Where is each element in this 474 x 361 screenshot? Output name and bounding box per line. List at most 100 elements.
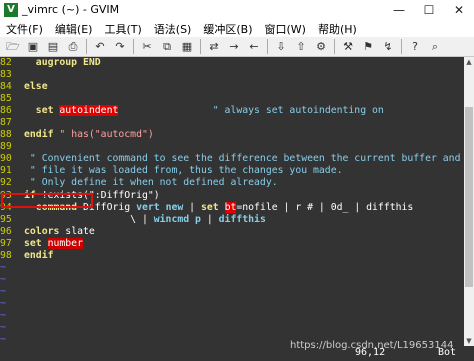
code-line[interactable]: 87 (0, 117, 464, 129)
code-token: bt (224, 201, 237, 213)
scroll-down-icon[interactable]: ▼ (464, 336, 474, 346)
code-line[interactable]: 97 set number (0, 237, 464, 250)
line-number: 83 (0, 69, 12, 81)
code-line[interactable]: 88 endif " has("autocmd") (0, 129, 464, 141)
make-icon[interactable]: ⚒ (340, 39, 356, 55)
code-token: | (183, 201, 201, 213)
empty-line-tilde: ~ (0, 297, 6, 309)
line-number: 96 (0, 225, 12, 237)
code-token: augroup END (24, 57, 101, 68)
empty-line-tilde: ~ (0, 273, 6, 285)
open-file-icon[interactable]: 🗁 (5, 39, 21, 55)
line-number: 85 (0, 93, 12, 105)
menu-edit[interactable]: 编辑(E) (49, 21, 99, 37)
code-token: endif (24, 129, 54, 141)
code-token: endif (24, 249, 54, 261)
toolbar-separator (267, 39, 268, 54)
empty-line-tilde: ~ (0, 309, 6, 321)
print-icon[interactable]: ⎙ (65, 39, 81, 55)
code-line[interactable]: 98 endif (0, 250, 464, 262)
vertical-scrollbar[interactable]: ▲ ▼ (464, 57, 474, 346)
scroll-up-icon[interactable]: ▲ (464, 57, 474, 67)
close-button[interactable]: ✕ (444, 0, 474, 20)
run-script-icon[interactable]: ⚙ (313, 39, 329, 55)
code-line[interactable]: 84 else (0, 81, 464, 93)
find-next-icon[interactable]: → (226, 39, 242, 55)
paste-icon[interactable]: ▦ (179, 39, 195, 55)
toolbar-separator (86, 39, 87, 54)
menu-bar: 文件(F) 编辑(E) 工具(T) 语法(S) 缓冲区(B) 窗口(W) 帮助(… (0, 20, 474, 37)
empty-line-tilde: ~ (0, 261, 6, 273)
code-token: =nofile | r # | 0d_ | diffthis (236, 201, 414, 213)
code-line[interactable]: 85 (0, 93, 464, 105)
redo-icon[interactable]: ↷ (112, 39, 128, 55)
menu-tools[interactable]: 工具(T) (98, 21, 147, 37)
undo-icon[interactable]: ↶ (92, 39, 108, 55)
copy-icon[interactable]: ⧉ (159, 39, 175, 55)
find-replace-icon[interactable]: ⇄ (206, 39, 222, 55)
scrollbar-thumb[interactable] (465, 107, 473, 287)
line-number: 95 (0, 213, 12, 225)
code-token: diffthis (218, 213, 266, 225)
code-line[interactable]: 95 \ | wincmd p | diffthis (0, 214, 464, 226)
menu-buffers[interactable]: 缓冲区(B) (197, 21, 258, 37)
toolbar-separator (334, 39, 335, 54)
toolbar-separator (133, 39, 134, 54)
code-token: slate (65, 225, 95, 237)
code-token: | (200, 213, 219, 225)
save-session-icon[interactable]: ⇧ (293, 39, 309, 55)
menu-help[interactable]: 帮助(H) (312, 21, 363, 37)
save-icon[interactable]: ▣ (25, 39, 41, 55)
code-token: set (24, 105, 60, 117)
highlight-annotation-box (1, 193, 93, 208)
line-number: 84 (0, 81, 12, 93)
line-number: 89 (0, 141, 12, 153)
code-token: else (24, 81, 48, 93)
code-line[interactable]: 82 augroup END (0, 57, 464, 69)
code-line[interactable]: 90 " Convenient command to see the diffe… (0, 153, 464, 165)
line-number: 92 (0, 177, 12, 189)
code-token: set (200, 201, 225, 213)
line-number: 82 (0, 57, 12, 68)
code-line[interactable]: 86 set autoindent " always set autoinden… (0, 105, 464, 117)
code-token: colors (24, 225, 66, 237)
build-tags-icon[interactable]: ⚑ (360, 39, 376, 55)
maximize-button[interactable]: ☐ (414, 0, 444, 20)
code-token: " file it was loaded from, thus the chan… (24, 165, 343, 177)
menu-syntax[interactable]: 语法(S) (148, 21, 198, 37)
find-help-icon[interactable]: ⌕ (427, 39, 443, 55)
code-line[interactable]: 91 " file it was loaded from, thus the c… (0, 165, 464, 177)
save-all-icon[interactable]: ▤ (45, 39, 61, 55)
code-token: " always set autoindenting on (118, 105, 384, 117)
toolbar-separator (200, 39, 201, 54)
empty-line-tilde: ~ (0, 285, 6, 297)
code-token: number (47, 237, 83, 249)
vim-icon: V (4, 3, 18, 17)
code-line[interactable]: 89 (0, 141, 464, 153)
help-icon[interactable]: ? (407, 39, 423, 55)
code-token: \ | (24, 213, 154, 225)
watermark: https://blog.csdn.net/L19653144 (290, 340, 454, 351)
jump-tag-icon[interactable]: ↯ (380, 39, 396, 55)
line-number: 98 (0, 249, 12, 261)
code-line[interactable]: 96 colors slate (0, 226, 464, 238)
title-bar: V _vimrc (~) - GVIM — ☐ ✕ (0, 0, 474, 20)
line-number: 88 (0, 129, 12, 141)
line-number: 90 (0, 153, 12, 165)
load-session-icon[interactable]: ⇩ (273, 39, 289, 55)
code-token: wincmd p (153, 213, 201, 225)
menu-file[interactable]: 文件(F) (0, 21, 49, 37)
minimize-button[interactable]: — (384, 0, 414, 20)
cut-icon[interactable]: ✂ (139, 39, 155, 55)
code-line[interactable]: 92 " Only define it when not defined alr… (0, 177, 464, 189)
window-title: _vimrc (~) - GVIM (22, 3, 120, 16)
menu-window[interactable]: 窗口(W) (259, 21, 312, 37)
line-number: 87 (0, 117, 12, 129)
line-number: 86 (0, 105, 12, 117)
code-token: " Only define it when not defined alread… (24, 177, 278, 189)
code-line[interactable]: 83 (0, 69, 464, 81)
line-number: 91 (0, 165, 12, 177)
find-prev-icon[interactable]: ← (246, 39, 262, 55)
toolbar-separator (401, 39, 402, 54)
code-token: set (24, 237, 48, 249)
